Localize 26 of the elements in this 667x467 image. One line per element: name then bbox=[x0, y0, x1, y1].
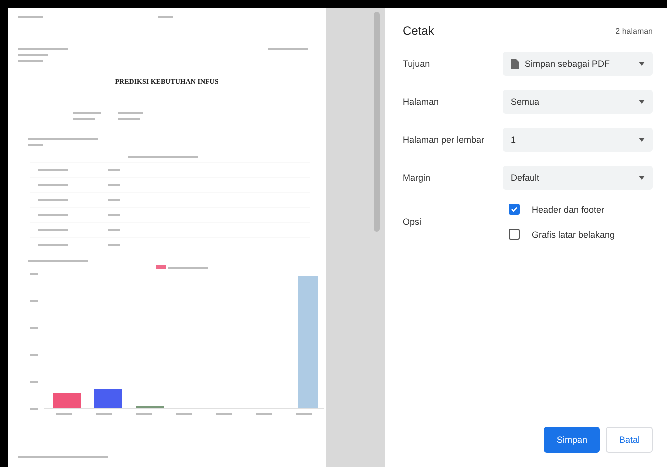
scrollbar-thumb[interactable] bbox=[374, 12, 380, 232]
cancel-button[interactable]: Batal bbox=[606, 427, 653, 453]
page-count: 2 halaman bbox=[616, 26, 653, 36]
setting-label: Opsi bbox=[403, 217, 423, 227]
caret-icon bbox=[639, 138, 645, 142]
chart-bar bbox=[94, 389, 122, 408]
select-field[interactable]: Default bbox=[503, 166, 653, 190]
setting-label: Margin bbox=[403, 173, 432, 183]
checkbox-label: Header dan footer bbox=[532, 204, 605, 214]
checkbox[interactable] bbox=[509, 204, 520, 215]
select-field[interactable]: 1 bbox=[503, 128, 653, 152]
checkbox-label: Grafis latar belakang bbox=[532, 230, 616, 240]
caret-icon bbox=[639, 100, 645, 104]
checkbox[interactable] bbox=[509, 229, 520, 240]
caret-icon bbox=[639, 62, 645, 66]
dialog-title: Cetak bbox=[403, 24, 434, 38]
setting-label: Tujuan bbox=[403, 59, 432, 69]
chart-bar bbox=[53, 393, 81, 408]
legend-swatch bbox=[156, 265, 166, 269]
save-button[interactable]: Simpan bbox=[544, 427, 600, 453]
caret-icon bbox=[639, 176, 645, 180]
select-field[interactable]: Semua bbox=[503, 90, 653, 114]
setting-label: Halaman bbox=[403, 97, 440, 107]
document-icon bbox=[511, 59, 519, 69]
select-field[interactable]: Simpan sebagai PDF bbox=[503, 52, 653, 76]
setting-label: Halaman per lembar bbox=[403, 135, 486, 145]
